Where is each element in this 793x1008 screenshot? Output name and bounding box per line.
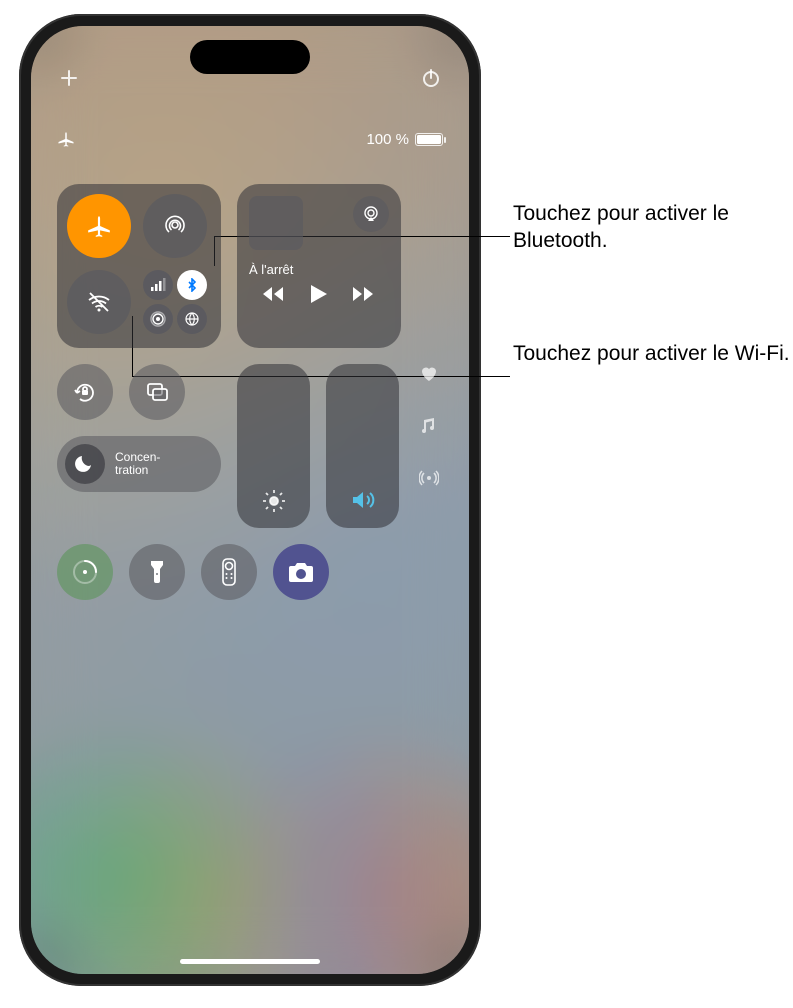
wifi-off-icon: [85, 288, 113, 316]
music-page-indicator[interactable]: [419, 416, 443, 440]
hotspot-indicator: [143, 304, 173, 334]
screen: 100 %: [31, 26, 469, 974]
bluetooth-icon: [185, 278, 199, 292]
cellular-indicator: [143, 270, 173, 300]
airplay-button[interactable]: [353, 196, 389, 232]
flashlight-icon: [148, 559, 166, 585]
camera-button[interactable]: [273, 544, 329, 600]
media-artwork: [249, 196, 303, 250]
home-indicator[interactable]: [180, 959, 320, 964]
airdrop-toggle[interactable]: [143, 194, 207, 258]
timer-button[interactable]: [57, 544, 113, 600]
media-state-label: À l'arrêt: [249, 262, 389, 277]
power-button[interactable]: [419, 66, 443, 90]
hotspot-icon: [150, 311, 166, 327]
orientation-lock-toggle[interactable]: [57, 364, 113, 420]
screen-mirroring-icon: [144, 379, 170, 405]
focus-label: Concen- tration: [115, 451, 160, 477]
cellular-icon: [150, 277, 166, 293]
connectivity-module[interactable]: [57, 184, 221, 348]
moon-icon: [75, 454, 95, 474]
remote-button[interactable]: [201, 544, 257, 600]
camera-icon: [287, 561, 315, 583]
callout-bluetooth: Touchez pour activer le Bluetooth.: [513, 200, 793, 255]
play-icon[interactable]: [311, 285, 327, 303]
satellite-indicator: [177, 304, 207, 334]
music-note-icon: [419, 416, 439, 436]
forward-icon[interactable]: [353, 285, 375, 303]
airdrop-icon: [161, 212, 189, 240]
dynamic-island: [190, 40, 310, 74]
battery-percentage: 100 %: [366, 131, 409, 148]
screen-mirroring-button[interactable]: [129, 364, 185, 420]
airplane-mode-toggle[interactable]: [67, 194, 131, 258]
volume-icon: [349, 486, 377, 514]
orientation-lock-icon: [72, 379, 98, 405]
moon-icon-wrap: [65, 444, 105, 484]
heart-icon: [419, 364, 439, 384]
timer-icon: [71, 558, 99, 586]
media-module[interactable]: À l'arrêt: [237, 184, 401, 348]
status-bar: 100 %: [57, 130, 443, 148]
favorites-page-indicator[interactable]: [419, 364, 443, 388]
brightness-slider[interactable]: [237, 364, 310, 528]
battery-icon: [415, 133, 443, 146]
callout-wifi: Touchez pour activer le Wi-Fi.: [513, 340, 790, 367]
wifi-toggle[interactable]: [67, 270, 131, 334]
backward-icon[interactable]: [263, 285, 285, 303]
airplane-icon: [86, 213, 112, 239]
bluetooth-indicator: [177, 270, 207, 300]
brightness-icon: [261, 488, 287, 514]
connectivity-page-indicator[interactable]: [419, 468, 443, 492]
focus-button[interactable]: Concen- tration: [57, 436, 221, 492]
satellite-icon: [184, 311, 200, 327]
connectivity-more[interactable]: [143, 270, 207, 334]
power-icon: [420, 67, 442, 89]
add-control-button[interactable]: [57, 66, 81, 90]
airplay-icon: [361, 204, 381, 224]
flashlight-button[interactable]: [129, 544, 185, 600]
plus-icon: [59, 68, 79, 88]
broadcast-icon: [419, 468, 439, 488]
remote-icon: [221, 558, 237, 586]
iphone-frame: 100 %: [19, 14, 481, 986]
volume-slider[interactable]: [326, 364, 399, 528]
airplane-status-icon: [57, 130, 75, 148]
